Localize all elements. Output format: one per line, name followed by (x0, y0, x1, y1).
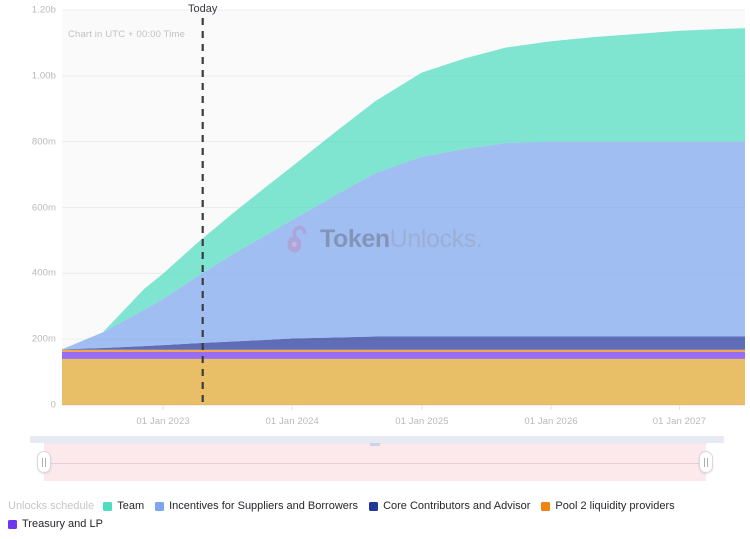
area-series (62, 350, 745, 352)
chart-container: 0 200m 400m 600m 800m 1.00b 1.20b 01 Jan 2023 0… (0, 0, 750, 430)
y-axis-tick-label: 1.00b (12, 70, 56, 81)
range-handle-right[interactable] (699, 451, 713, 473)
legend-item[interactable]: Incentives for Suppliers and Borrowers (155, 500, 358, 512)
legend-color-swatch (541, 502, 550, 511)
legend-item[interactable]: Team (103, 500, 144, 512)
legend-item-label: Treasury and LP (22, 518, 103, 530)
x-axis: 01 Jan 2023 01 Jan 2024 01 Jan 2025 01 Jan … (0, 416, 750, 436)
x-axis-tick-label: 01 Jan 2024 (265, 416, 318, 427)
y-axis-tick-label: 400m (12, 268, 56, 279)
range-slider-top-mark (370, 443, 380, 446)
utc-timezone-note: Chart in UTC + 00:00 Time (68, 29, 185, 40)
y-axis-tick-label: 200m (12, 334, 56, 345)
x-axis-tick-label: 01 Jan 2027 (653, 416, 706, 427)
area-series (62, 142, 745, 350)
y-axis-tick-label: 0 (12, 400, 56, 411)
y-axis-tick-label: 1.20b (12, 5, 56, 16)
legend-item-label: Team (117, 500, 144, 512)
legend-item[interactable]: Core Contributors and Advisor (369, 500, 530, 512)
x-axis-tick-label: 01 Jan 2023 (136, 416, 189, 427)
stacked-area-chart (0, 0, 750, 430)
grip-icon (704, 458, 708, 467)
x-axis-tick-label: 01 Jan 2025 (395, 416, 448, 427)
range-slider-selection[interactable] (44, 443, 706, 481)
grip-icon (42, 458, 46, 467)
y-axis-tick-label: 800m (12, 136, 56, 147)
legend-color-swatch (8, 520, 17, 529)
area-series (62, 359, 745, 405)
y-axis-tick-label: 600m (12, 202, 56, 213)
range-slider-rail (30, 436, 724, 443)
legend-item-label: Core Contributors and Advisor (383, 500, 530, 512)
y-axis: 0 200m 400m 600m 800m 1.00b 1.20b (0, 0, 56, 430)
x-axis-tick-label: 01 Jan 2026 (524, 416, 577, 427)
legend-title: Unlocks schedule (8, 500, 94, 512)
legend-item-label: Pool 2 liquidity providers (555, 500, 674, 512)
chart-range-slider[interactable] (44, 443, 706, 481)
token-unlocks-chart-page: 0200m400m600m800m1.00b1.20b 01 Jan 20230… (0, 0, 750, 539)
range-slider-midline (44, 463, 706, 464)
legend-item[interactable]: Pool 2 liquidity providers (541, 500, 674, 512)
area-series (62, 352, 745, 359)
legend-color-swatch (155, 502, 164, 511)
today-marker-label: Today (188, 3, 217, 15)
legend-item[interactable]: Treasury and LP (8, 518, 103, 530)
legend-color-swatch (103, 502, 112, 511)
legend-item-label: Incentives for Suppliers and Borrowers (169, 500, 358, 512)
range-handle-left[interactable] (37, 451, 51, 473)
legend-color-swatch (369, 502, 378, 511)
chart-legend: Unlocks schedule Team Incentives for Supp… (0, 500, 750, 539)
